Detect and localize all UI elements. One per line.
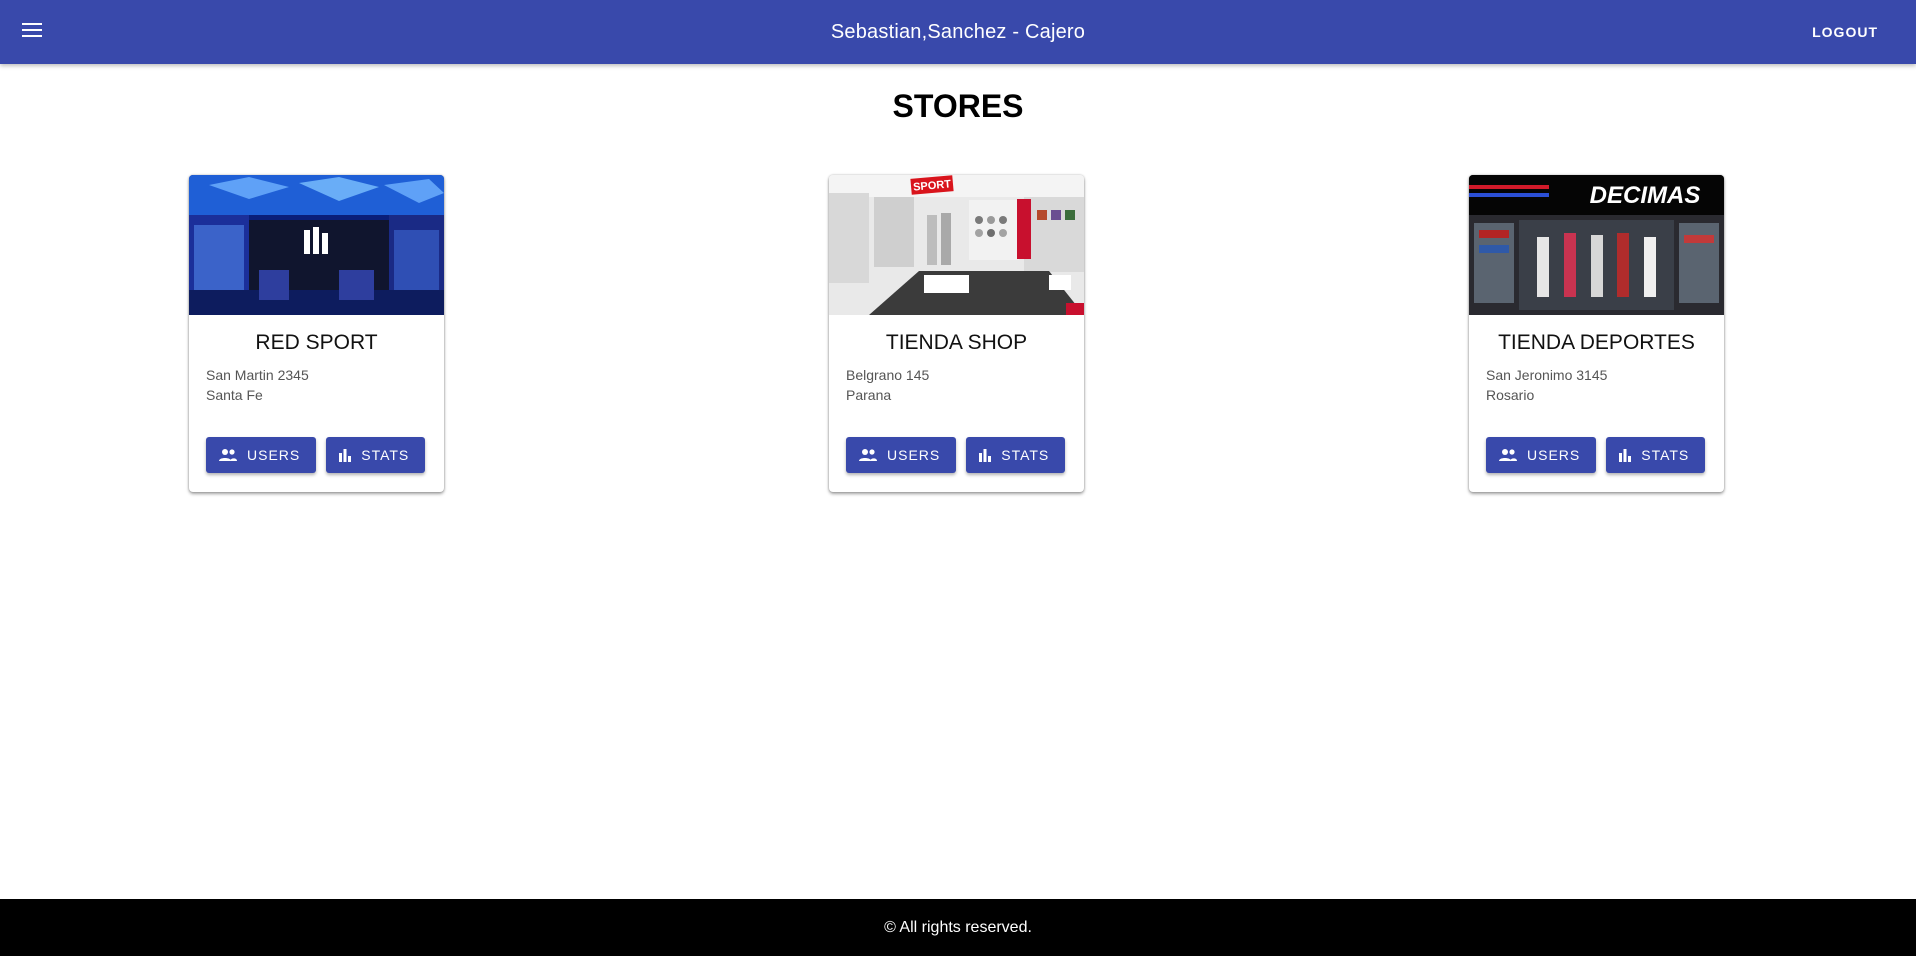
store-address: San Jeronimo 3145 — [1486, 367, 1608, 383]
users-button-label: USERS — [887, 447, 941, 463]
store-address: San Martin 2345 — [206, 367, 309, 383]
stats-button[interactable]: STATS — [966, 437, 1066, 473]
store-card: DECIMAS TIENDA DEPORTES San Jeronimo 314… — [1469, 175, 1724, 492]
page-title: STORES — [892, 88, 1024, 124]
store-card: SPORT TIENDA SHOP Belgrano 145 Parana US… — [829, 175, 1084, 492]
users-button[interactable]: USERS — [1486, 437, 1597, 473]
store-address-block: San Jeronimo 3145 Rosario — [1486, 365, 1724, 405]
stats-button-label: STATS — [1001, 447, 1050, 463]
bar-chart-icon — [978, 448, 992, 462]
store-address-block: Belgrano 145 Parana — [846, 365, 1084, 405]
store-name: TIENDA SHOP — [885, 331, 1028, 354]
logout-button[interactable]: LOGOUT — [1800, 16, 1890, 48]
footer: © All rights reserved. — [0, 899, 1916, 956]
bar-chart-icon — [1618, 448, 1632, 462]
store-name: TIENDA DEPORTES — [1498, 331, 1695, 354]
users-button[interactable]: USERS — [846, 437, 957, 473]
users-button[interactable]: USERS — [206, 437, 317, 473]
store-image: DECIMAS — [1469, 175, 1724, 315]
app-title: Sebastian,Sanchez - Cajero — [830, 21, 1086, 43]
store-address-block: San Martin 2345 Santa Fe — [206, 365, 444, 405]
store-image: SPORT — [829, 175, 1084, 315]
users-button-label: USERS — [1527, 447, 1581, 463]
users-button-label: USERS — [247, 447, 301, 463]
card-actions: USERS STATS — [846, 437, 1066, 473]
store-card: RED SPORT San Martin 2345 Santa Fe USERS… — [189, 175, 444, 492]
store-photo-sign: DECIMAS — [1590, 182, 1701, 209]
store-city: Rosario — [1486, 387, 1535, 403]
card-actions: USERS STATS — [1486, 437, 1706, 473]
copyright-text: © All rights reserved. — [884, 919, 1032, 936]
stats-button[interactable]: STATS — [326, 437, 426, 473]
app-bar: Sebastian,Sanchez - Cajero LOGOUT — [0, 0, 1916, 64]
people-icon — [218, 448, 238, 462]
stats-button-label: STATS — [1641, 447, 1690, 463]
store-name: RED SPORT — [255, 331, 378, 354]
people-icon — [1498, 448, 1518, 462]
store-address: Belgrano 145 — [846, 367, 930, 383]
stats-button[interactable]: STATS — [1606, 437, 1706, 473]
store-city: Parana — [846, 387, 892, 403]
bar-chart-icon — [338, 448, 352, 462]
store-city: Santa Fe — [206, 387, 263, 403]
people-icon — [858, 448, 878, 462]
stats-button-label: STATS — [361, 447, 410, 463]
card-actions: USERS STATS — [206, 437, 426, 473]
store-image — [189, 175, 444, 315]
